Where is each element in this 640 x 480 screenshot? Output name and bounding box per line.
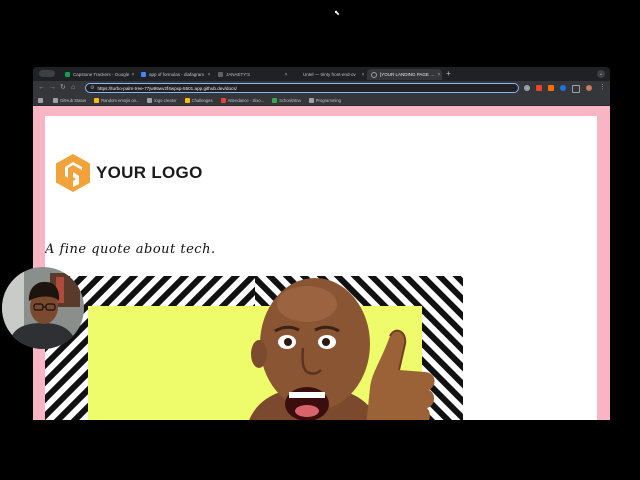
bookmark-favicon-icon	[184, 97, 190, 103]
tab-landing-page[interactable]: [YOUR LANDING PAGE NAM ×	[367, 69, 442, 80]
bookmark-label: Challenges	[191, 97, 213, 103]
bookmark-programming[interactable]: Programming	[308, 97, 341, 103]
folder-icon	[308, 97, 314, 103]
address-bar[interactable]: ⚙ https://turbo-palm-tree-77jw96wv2f4wpx…	[85, 83, 519, 93]
home-icon[interactable]: ⌂	[71, 83, 75, 93]
bookmark-favicon-icon	[220, 97, 226, 103]
profile-avatar[interactable]	[586, 85, 592, 91]
extension-orange-icon[interactable]	[548, 85, 554, 91]
tab-label: JANAETY'S	[226, 72, 251, 77]
tab-untel[interactable]: Untel — trinty front-end-ov ×	[291, 69, 366, 80]
globe-favicon-icon	[371, 71, 377, 78]
tab-label: Capstone Trackers - Google	[73, 72, 130, 77]
bookmark-attendance[interactable]: Attendance - Sixo...	[220, 97, 265, 103]
tab-strip: Capstone Trackers - Google × app of form…	[33, 67, 610, 81]
extension-red-icon[interactable]	[536, 85, 542, 91]
tab-app-of-formulas[interactable]: app of formulas - diafagram ×	[137, 69, 212, 80]
bookmark-label: GitHub Status	[60, 97, 87, 103]
tab-capstone-trackers[interactable]: Capstone Trackers - Google ×	[61, 69, 136, 80]
new-tab-button[interactable]: +	[446, 69, 451, 78]
doc-favicon-icon	[141, 72, 146, 77]
back-arrow-icon[interactable]: ←	[38, 83, 45, 93]
page-favicon-icon	[295, 72, 300, 77]
mouse-cursor-icon: ⬉	[334, 10, 340, 17]
url-text[interactable]: https://turbo-palm-tree-77jw96wv2f4wpxp-…	[97, 86, 236, 91]
bookmark-label: Attendance - Sixo...	[227, 97, 265, 103]
webcam-overlay	[2, 267, 84, 349]
tab-label: app of formulas - diafagram	[149, 72, 205, 77]
page-favicon-icon	[218, 72, 223, 77]
bookmark-label: Programming	[315, 97, 341, 103]
tagline-quote: A fine quote about tech.	[45, 242, 216, 257]
bookmark-favicon-icon	[272, 97, 278, 103]
logo-mark-icon	[56, 154, 90, 192]
bookmark-label: logo creator	[154, 97, 177, 103]
apps-grid-icon[interactable]	[38, 97, 45, 103]
landing-page: YOUR LOGO A fine quote about tech.	[45, 116, 597, 420]
more-menu-icon[interactable]: ⋮	[599, 83, 606, 93]
reload-icon[interactable]: ↻	[60, 83, 66, 93]
close-icon[interactable]: ×	[130, 72, 136, 78]
tab-group-pill[interactable]	[39, 70, 55, 77]
tab-label: Untel — trinty front-end-ov	[303, 72, 356, 77]
extension-blue-icon[interactable]	[560, 85, 566, 91]
tab-janaetys[interactable]: JANAETY'S ×	[214, 69, 289, 80]
page-viewport: YOUR LOGO A fine quote about tech.	[33, 106, 610, 420]
side-panel-icon[interactable]	[572, 85, 580, 93]
hero-image	[45, 276, 463, 420]
close-icon[interactable]: ×	[283, 72, 289, 78]
bookmark-challenges[interactable]: Challenges	[184, 97, 213, 103]
bookmark-label: Schoolzitna	[279, 97, 301, 103]
hero-photo-illustration	[45, 276, 463, 420]
close-icon[interactable]: ×	[436, 72, 442, 78]
bookmark-label: Random emojis on...	[101, 97, 140, 103]
bookmark-random-emojis[interactable]: Random emojis on...	[94, 97, 140, 103]
bookmark-github-status[interactable]: GitHub Status	[53, 97, 87, 103]
bookmark-favicon-icon	[147, 97, 153, 103]
bookmark-logo-creator[interactable]: logo creator	[147, 97, 177, 103]
github-icon	[53, 97, 58, 103]
site-info-icon[interactable]: ⚙	[90, 85, 94, 91]
browser-window: Capstone Trackers - Google × app of form…	[33, 67, 610, 420]
bookmark-schoolzitna[interactable]: Schoolzitna	[272, 97, 301, 103]
presenter-webcam-image	[2, 267, 84, 349]
site-logo[interactable]: YOUR LOGO	[56, 154, 203, 192]
close-icon[interactable]: ×	[206, 72, 212, 78]
extension-icon[interactable]	[524, 85, 530, 91]
toolbar: ← → ↻ ⌂ ⚙ https://turbo-palm-tree-77jw96…	[33, 81, 610, 95]
tab-label: [YOUR LANDING PAGE NAM	[380, 72, 436, 77]
forward-arrow-icon[interactable]: →	[49, 83, 56, 93]
logo-text: YOUR LOGO	[96, 163, 203, 182]
tab-search-chevron-icon[interactable]: ⌄	[597, 70, 605, 78]
bookmarks-bar: GitHub Status Random emojis on... logo c…	[33, 95, 610, 106]
close-icon[interactable]: ×	[360, 72, 366, 78]
bookmark-favicon-icon	[94, 97, 100, 103]
sheets-favicon-icon	[65, 72, 70, 77]
